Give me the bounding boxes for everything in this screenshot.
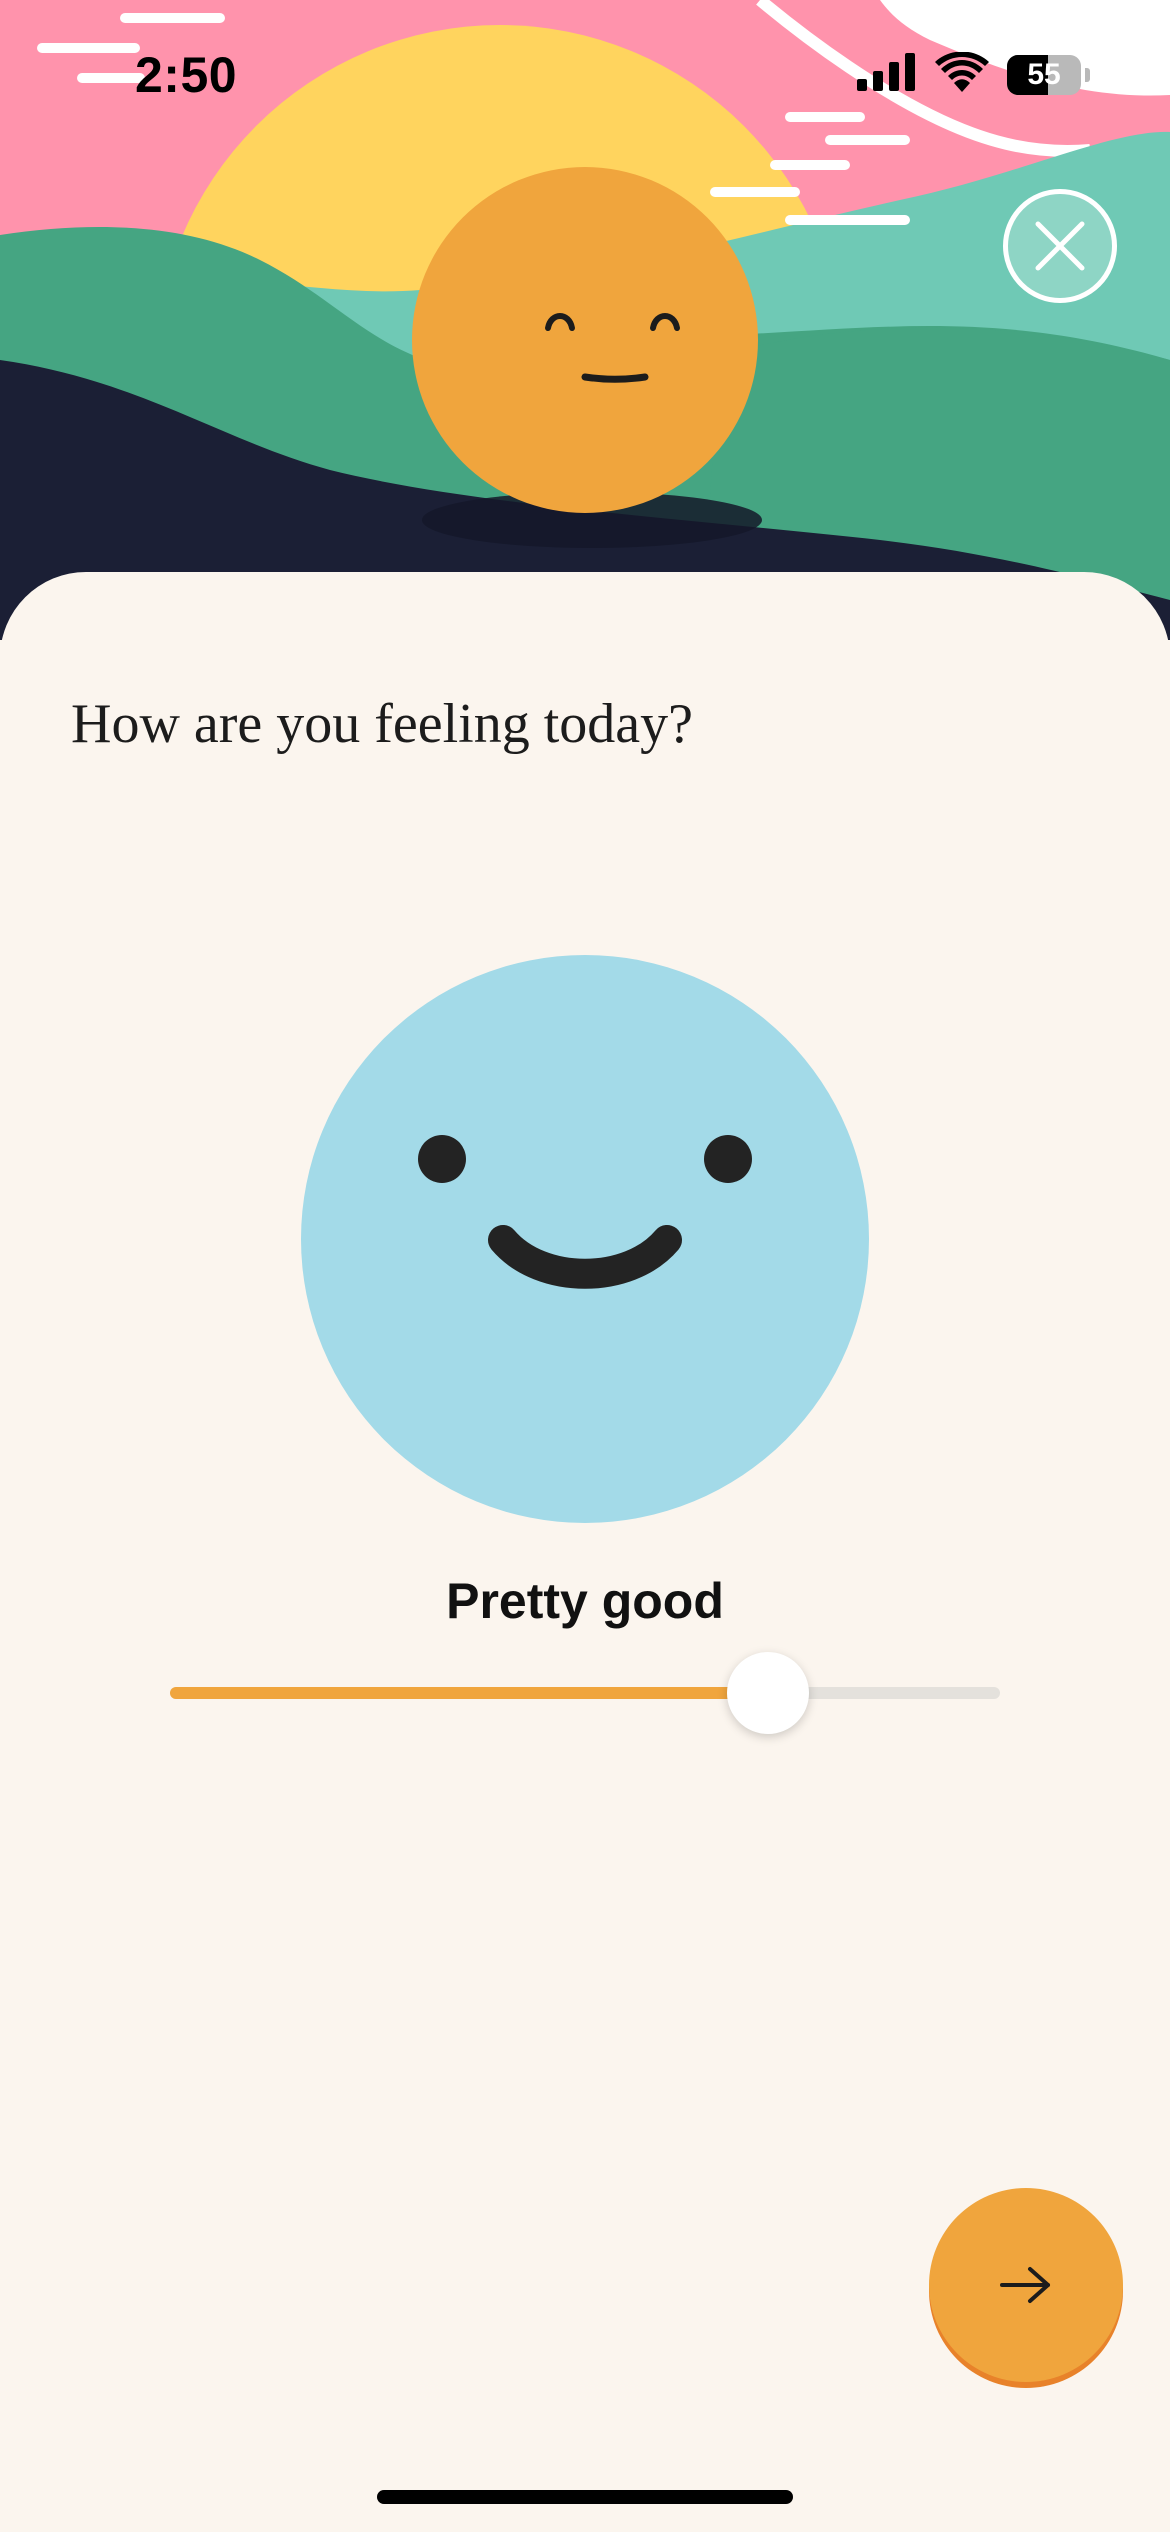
mood-label: Pretty good [446, 1573, 724, 1629]
status-icons: 55 [857, 51, 1090, 97]
slider-thumb[interactable] [727, 1652, 809, 1734]
home-indicator [377, 2490, 793, 2504]
signal-icon [857, 53, 917, 96]
close-button[interactable] [1003, 189, 1117, 303]
status-bar: 2:50 55 [0, 0, 1170, 150]
close-icon [1035, 221, 1085, 271]
hero-face [412, 167, 758, 513]
checkin-sheet: How are you feeling today? Pretty good [0, 572, 1170, 2532]
status-time: 2:50 [135, 47, 238, 103]
battery-level: 55 [1027, 57, 1061, 91]
slider-fill [170, 1687, 768, 1699]
question-heading: How are you feeling today? [71, 693, 693, 755]
next-button[interactable] [929, 2188, 1123, 2382]
mood-face-icon [301, 955, 869, 1523]
arrow-right-icon [1000, 2267, 1050, 2303]
wifi-icon [935, 51, 989, 97]
mood-slider[interactable] [170, 1652, 1000, 1734]
battery-nub [1085, 67, 1090, 82]
battery-icon: 55 [1007, 54, 1081, 95]
